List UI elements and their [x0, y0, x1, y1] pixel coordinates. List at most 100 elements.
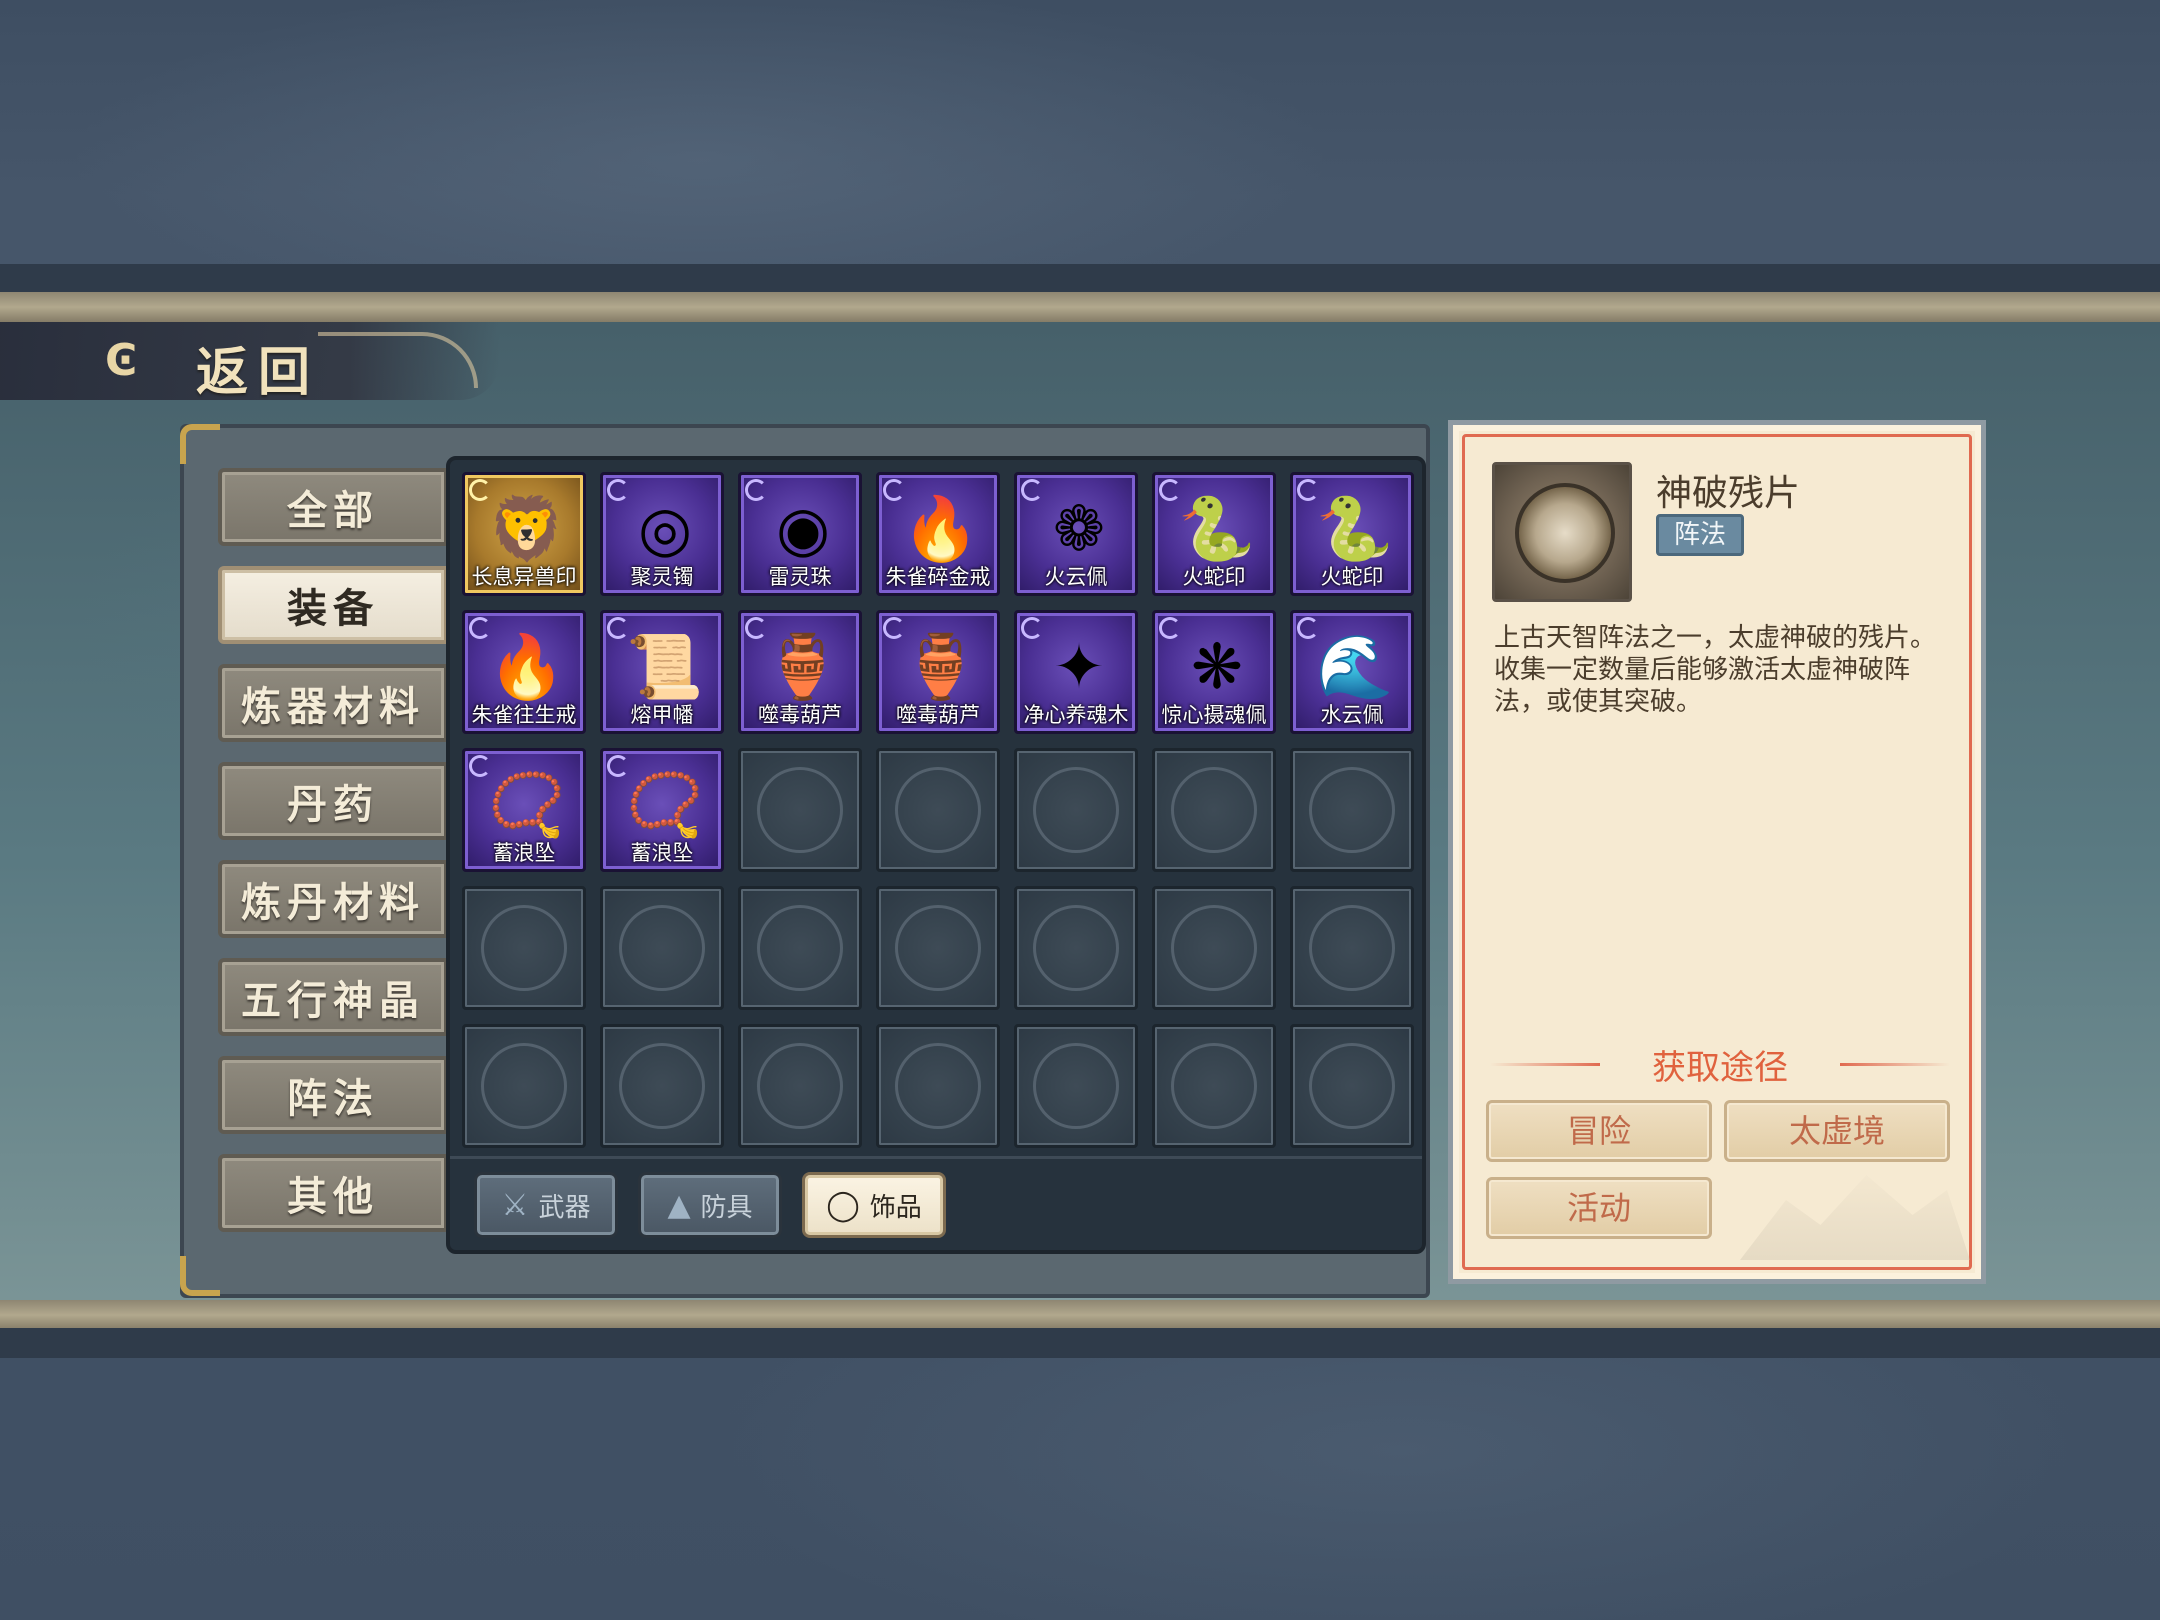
empty-slot[interactable] — [876, 886, 1000, 1010]
empty-slot[interactable] — [738, 748, 862, 872]
item-slot[interactable]: 🌊 水云佩 — [1290, 610, 1414, 734]
item-description: 上古天智阵法之一，太虚神破的残片。收集一定数量后能够激活太虚神破阵法，或使其突破… — [1494, 623, 1937, 717]
item-name: 蓄浪坠 — [492, 841, 556, 865]
beast-seal-icon: 🦁 — [488, 492, 566, 565]
necklace-icon: 📿 — [626, 768, 704, 841]
item-slot[interactable]: 📿 蓄浪坠 — [462, 748, 586, 872]
frame-band-bottom-dark — [0, 1328, 2160, 1358]
item-name: 雷灵珠 — [768, 565, 832, 589]
category-tab-pills[interactable]: 丹药 — [218, 762, 448, 840]
category-tab-alchemy-materials[interactable]: 炼丹材料 — [218, 860, 448, 938]
item-name: 惊心摄魂佩 — [1161, 703, 1267, 727]
empty-slot[interactable] — [1152, 886, 1276, 1010]
item-slot[interactable]: 📿 蓄浪坠 — [600, 748, 724, 872]
jade-pendant-icon: ❋ — [1191, 630, 1243, 703]
item-slot[interactable]: ✦ 净心养魂木 — [1014, 610, 1138, 734]
subtab-accessories[interactable]: ◯ 饰品 — [802, 1172, 946, 1238]
phoenix-ring-icon: 🔥 — [902, 492, 980, 565]
item-slot[interactable]: ❁ 火云佩 — [1014, 472, 1138, 596]
cloud-swirl-decoration — [318, 332, 478, 388]
corner-ornament-top-left — [180, 424, 220, 464]
source-title: 获取途径 — [1652, 1048, 1788, 1088]
item-slot[interactable]: 🐍 火蛇印 — [1152, 472, 1276, 596]
rarity-swirl-icon — [1297, 479, 1319, 501]
empty-slot-ring — [1171, 905, 1257, 991]
empty-slot[interactable] — [876, 1024, 1000, 1148]
subtab-bar: ⚔ 武器 ▲ 防具 ◯ 饰品 — [450, 1156, 1422, 1250]
rarity-swirl-icon — [469, 755, 491, 777]
empty-slot-ring — [481, 1043, 567, 1129]
phoenix-ring-icon: 🔥 — [488, 630, 566, 703]
item-slot[interactable]: 🏺 噬毒葫芦 — [738, 610, 862, 734]
item-slot[interactable]: 🦁 长息异兽印 — [462, 472, 586, 596]
wood-charm-icon: ✦ — [1053, 630, 1105, 703]
item-slot[interactable]: 📜 熔甲幡 — [600, 610, 724, 734]
item-slot[interactable]: ◉ 雷灵珠 — [738, 472, 862, 596]
item-slot[interactable]: 🔥 朱雀往生戒 — [462, 610, 586, 734]
empty-slot[interactable] — [1014, 748, 1138, 872]
empty-slot-ring — [895, 767, 981, 853]
rarity-swirl-icon — [1021, 617, 1043, 639]
source-button-taixu-realm[interactable]: 太虚境 — [1724, 1100, 1950, 1162]
empty-slot[interactable] — [600, 1024, 724, 1148]
fragment-icon — [1492, 462, 1632, 602]
item-slot[interactable]: 🐍 火蛇印 — [1290, 472, 1414, 596]
empty-slot[interactable] — [738, 1024, 862, 1148]
source-button-adventure[interactable]: 冒险 — [1486, 1100, 1712, 1162]
category-tab-equipment[interactable]: 装备 — [218, 566, 448, 644]
category-tab-formations[interactable]: 阵法 — [218, 1056, 448, 1134]
corner-ornament-bottom-left — [180, 1256, 220, 1296]
item-name: 长息异兽印 — [471, 565, 577, 589]
subtab-weapons[interactable]: ⚔ 武器 — [474, 1172, 618, 1238]
back-arrow-icon: Ͼ — [105, 335, 138, 386]
frame-band-top-dark — [0, 264, 2160, 294]
armor-icon: ▲ — [667, 1187, 691, 1223]
rarity-swirl-icon — [745, 617, 767, 639]
item-name: 噬毒葫芦 — [896, 703, 980, 727]
empty-slot-ring — [895, 1043, 981, 1129]
category-tab-five-elements-crystals[interactable]: 五行神晶 — [218, 958, 448, 1036]
empty-slot[interactable] — [1152, 748, 1276, 872]
empty-slot[interactable] — [462, 1024, 586, 1148]
gourd-icon: 🏺 — [764, 630, 842, 703]
empty-slot[interactable] — [1014, 1024, 1138, 1148]
empty-slot[interactable] — [462, 886, 586, 1010]
empty-slot-ring — [1309, 905, 1395, 991]
rarity-swirl-icon — [883, 617, 905, 639]
item-slot[interactable]: ❋ 惊心摄魂佩 — [1152, 610, 1276, 734]
gourd-icon: 🏺 — [902, 630, 980, 703]
item-name: 火云佩 — [1044, 565, 1108, 589]
item-type-badge: 阵法 — [1656, 514, 1744, 556]
pendant-icon: ❁ — [1053, 492, 1105, 565]
empty-slot[interactable] — [1014, 886, 1138, 1010]
empty-slot-ring — [1171, 1043, 1257, 1129]
empty-slot[interactable] — [1152, 1024, 1276, 1148]
frame-band-top — [0, 292, 2160, 322]
category-tab-all[interactable]: 全部 — [218, 468, 448, 546]
empty-slot[interactable] — [738, 886, 862, 1010]
empty-slot-ring — [1309, 767, 1395, 853]
empty-slot[interactable] — [1290, 886, 1414, 1010]
divider-left — [1490, 1063, 1600, 1066]
rarity-swirl-icon — [1297, 617, 1319, 639]
back-button[interactable]: Ͼ 返回 — [0, 322, 500, 403]
empty-slot[interactable] — [600, 886, 724, 1010]
thunder-orb-icon: ◉ — [775, 492, 831, 565]
empty-slot[interactable] — [1290, 748, 1414, 872]
item-slot[interactable]: 🏺 噬毒葫芦 — [876, 610, 1000, 734]
category-tab-other[interactable]: 其他 — [218, 1154, 448, 1232]
empty-slot-ring — [757, 767, 843, 853]
empty-slot-ring — [1309, 1043, 1395, 1129]
bracelet-icon: ◎ — [637, 492, 693, 565]
rarity-swirl-icon — [469, 479, 491, 501]
rarity-swirl-icon — [745, 479, 767, 501]
category-tab-forging-materials[interactable]: 炼器材料 — [218, 664, 448, 742]
source-button-events[interactable]: 活动 — [1486, 1177, 1712, 1239]
item-slot[interactable]: ◎ 聚灵镯 — [600, 472, 724, 596]
empty-slot[interactable] — [876, 748, 1000, 872]
item-name: 火蛇印 — [1182, 565, 1246, 589]
item-title: 神破残片 — [1656, 473, 1801, 514]
item-slot[interactable]: 🔥 朱雀碎金戒 — [876, 472, 1000, 596]
subtab-armor[interactable]: ▲ 防具 — [638, 1172, 782, 1238]
empty-slot[interactable] — [1290, 1024, 1414, 1148]
